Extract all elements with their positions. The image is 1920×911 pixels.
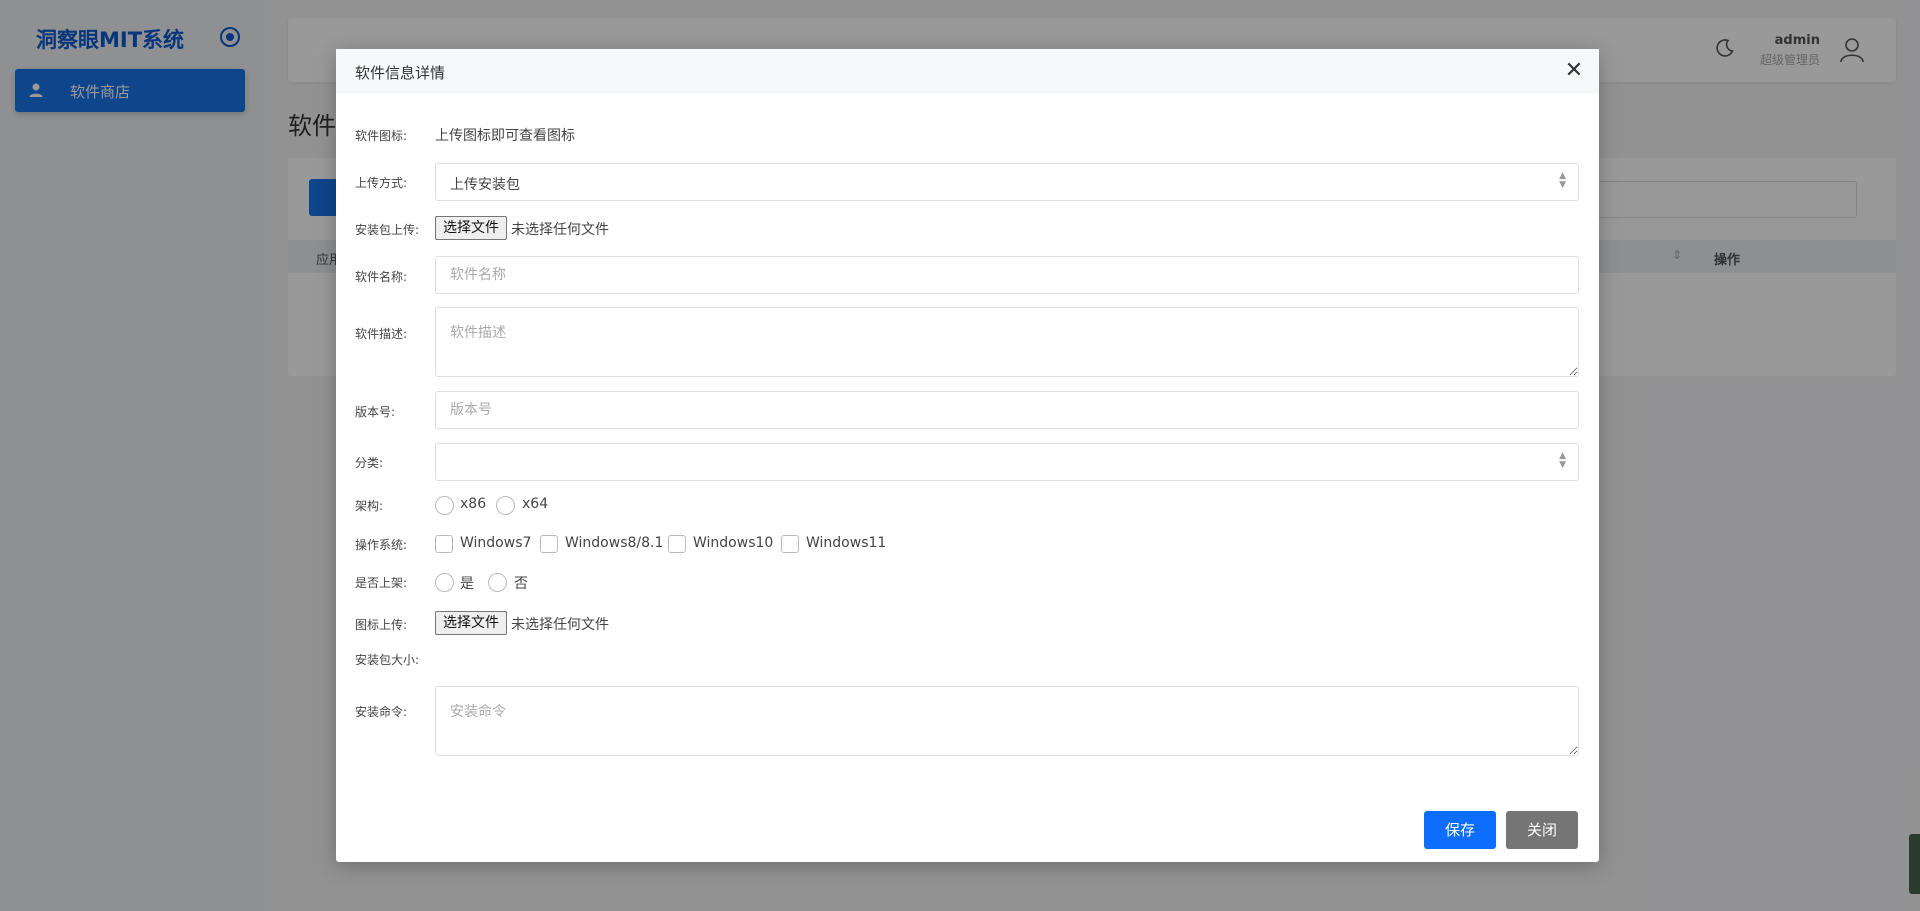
os-checkbox-win10[interactable] [668, 535, 686, 553]
software-name-input[interactable] [435, 256, 1579, 294]
package-file-status: 未选择任何文件 [511, 222, 609, 238]
os-option-label: Windows8/8.1 [565, 535, 664, 551]
upload-method-label: 上传方式: [355, 176, 408, 190]
category-select[interactable]: ▲ ▼ [435, 443, 1579, 481]
os-option-label: Windows7 [460, 535, 532, 551]
package-size-label: 安装包大小: [355, 653, 420, 667]
os-option-label: Windows11 [806, 535, 887, 551]
package-upload-label: 安装包上传: [355, 223, 420, 237]
package-file-button[interactable]: 选择文件 [435, 216, 507, 240]
software-description-input[interactable] [435, 307, 1579, 377]
icon-label: 软件图标: [355, 129, 408, 143]
arch-radio-x86[interactable] [435, 496, 454, 515]
modal-title: 软件信息详情 [355, 64, 446, 82]
icon-preview-text: 上传图标即可查看图标 [435, 128, 575, 144]
listed-label: 是否上架: [355, 576, 408, 590]
os-checkbox-win11[interactable] [781, 535, 799, 553]
arch-label: 架构: [355, 499, 384, 513]
select-caret-icon: ▲ ▼ [1559, 171, 1566, 190]
os-label: 操作系统: [355, 538, 408, 552]
arch-radio-x64[interactable] [496, 496, 515, 515]
version-input[interactable] [435, 391, 1579, 429]
software-detail-modal: 软件信息详情 ✕ 软件图标: 上传图标即可查看图标 上传方式: 上传安装包 ▲ ▼… [336, 49, 1599, 862]
listed-radio-no[interactable] [488, 573, 507, 592]
icon-file-button[interactable]: 选择文件 [435, 611, 507, 635]
listed-option-label: 是 [460, 576, 474, 592]
icon-file-status: 未选择任何文件 [511, 617, 609, 633]
close-button[interactable]: 关闭 [1506, 811, 1578, 849]
listed-option-label: 否 [514, 576, 528, 592]
install-command-input[interactable] [435, 686, 1579, 756]
upload-method-select[interactable]: 上传安装包 ▲ ▼ [435, 163, 1579, 201]
install-cmd-label: 安装命令: [355, 705, 408, 719]
edge-widget[interactable] [1909, 834, 1920, 894]
name-label: 软件名称: [355, 270, 408, 284]
os-checkbox-win7[interactable] [435, 535, 453, 553]
version-label: 版本号: [355, 405, 396, 419]
listed-radio-yes[interactable] [435, 573, 454, 592]
arch-option-label: x64 [522, 496, 549, 512]
upload-method-value: 上传安装包 [450, 177, 520, 193]
save-button[interactable]: 保存 [1424, 811, 1496, 849]
close-icon[interactable]: ✕ [1563, 57, 1585, 85]
arch-option-label: x86 [460, 496, 487, 512]
modal-header: 软件信息详情 ✕ [336, 49, 1599, 93]
category-label: 分类: [355, 456, 384, 470]
icon-upload-label: 图标上传: [355, 618, 408, 632]
description-label: 软件描述: [355, 327, 408, 341]
os-checkbox-win8[interactable] [540, 535, 558, 553]
select-caret-icon: ▲ ▼ [1559, 451, 1566, 470]
os-option-label: Windows10 [693, 535, 774, 551]
